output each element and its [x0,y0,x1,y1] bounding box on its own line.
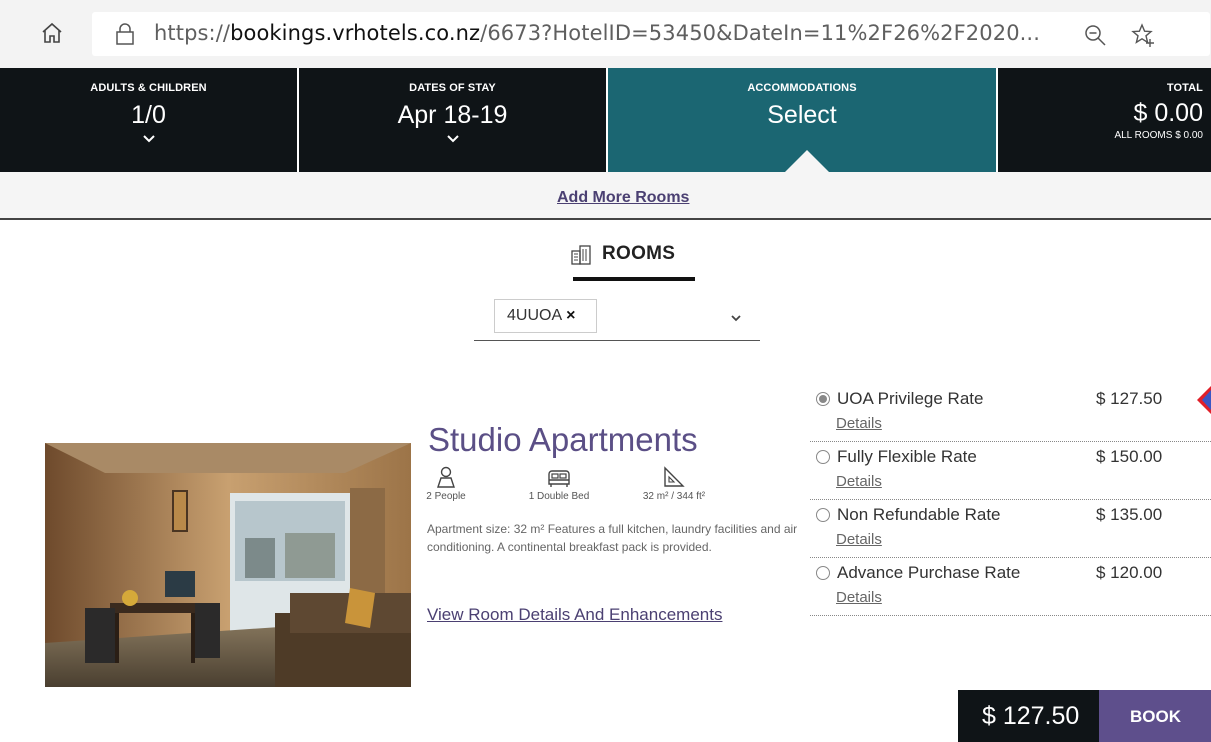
room-photo[interactable] [45,443,411,687]
step-guests-value: 1/0 [131,101,166,129]
rate-name: Non Refundable Rate [837,505,1001,524]
url-scheme: https:// [154,21,231,45]
book-button[interactable]: BOOK [1099,690,1211,742]
step-dates-value: Apr 18-19 [397,101,508,129]
person-icon [437,466,455,488]
booking-price: $ 127.50 [958,690,1099,742]
rate-code-chip: 4UUOA × [494,299,597,333]
room-description: Apartment size: 32 m² Features a full ki… [427,522,798,554]
step-total-sub: ALL ROOMS $ 0.00 [1114,130,1203,141]
chevron-down-icon[interactable] [141,133,157,145]
rate-code-chip-label: 4UUOA [507,307,563,324]
building-icon [571,245,591,265]
rate-list: UOA Privilege Rate Details $ 127.50 Full… [810,384,1211,616]
step-total-value: $ 0.00 [1133,99,1203,127]
rate-option[interactable]: Advance Purchase Rate Details $ 120.00 [810,558,1211,616]
home-icon[interactable] [40,21,64,45]
rooms-title: ROOMS [602,243,676,264]
rate-radio[interactable] [816,508,830,522]
booking-steps-bar: ADULTS & CHILDREN 1/0 DATES OF STAY Apr … [0,68,1211,172]
rate-name: Advance Purchase Rate [837,563,1021,582]
feature-size-label: 32 m² / 344 ft² [642,491,706,502]
zoom-out-icon[interactable] [1082,22,1108,48]
set-square-icon [664,466,685,487]
rate-price: $ 127.50 [1096,389,1163,408]
selected-rate-marker-icon [1197,386,1211,414]
rate-code-select[interactable]: 4UUOA × [474,295,760,341]
rooms-underline [573,277,695,281]
feature-people: 2 People [420,466,472,502]
favorite-star-icon[interactable] [1130,22,1156,48]
rate-name: UOA Privilege Rate [837,389,984,408]
rate-radio[interactable] [816,566,830,580]
rate-price: $ 150.00 [1096,447,1163,466]
rate-option[interactable]: Non Refundable Rate Details $ 135.00 [810,500,1211,558]
bed-icon [548,470,570,487]
chevron-down-icon[interactable] [730,314,742,322]
rate-details-link[interactable]: Details [836,531,882,548]
room-name: Studio Apartments [428,421,698,458]
rate-name: Fully Flexible Rate [837,447,977,466]
browser-address-bar: https://bookings.vrhotels.co.nz/6673?Hot… [0,0,1211,68]
step-dates[interactable]: DATES OF STAY Apr 18-19 [299,68,606,172]
url-path: /6673?HotelID=53450&DateIn=11%2F26%2F202… [480,21,1040,45]
rate-radio[interactable] [816,450,830,464]
feature-people-label: 2 People [426,491,466,502]
step-guests[interactable]: ADULTS & CHILDREN 1/0 [0,68,297,172]
rate-option[interactable]: Fully Flexible Rate Details $ 150.00 [810,442,1211,500]
step-total: TOTAL $ 0.00 ALL ROOMS $ 0.00 [998,68,1211,172]
step-dates-label: DATES OF STAY [409,82,496,94]
feature-bed: 1 Double Bed [514,466,604,502]
chevron-down-icon[interactable] [445,133,461,145]
step-accommodations[interactable]: ACCOMMODATIONS Select [608,68,996,172]
step-guests-label: ADULTS & CHILDREN [90,82,207,94]
view-room-details-link[interactable]: View Room Details And Enhancements [427,605,722,625]
active-step-pointer [785,150,829,172]
rate-price: $ 120.00 [1096,563,1163,582]
step-total-label: TOTAL [1166,82,1203,94]
step-accommodations-label: ACCOMMODATIONS [747,82,857,94]
add-rooms-band: Add More Rooms [0,172,1211,220]
add-more-rooms-link[interactable]: Add More Rooms [557,189,689,207]
rate-details-link[interactable]: Details [836,415,882,432]
rate-option[interactable]: UOA Privilege Rate Details $ 127.50 [810,384,1211,442]
rate-details-link[interactable]: Details [836,589,882,606]
step-accommodations-value: Select [767,101,837,129]
rate-price: $ 135.00 [1096,505,1163,524]
lock-icon[interactable] [114,22,136,46]
feature-size: 32 m² / 344 ft² [624,466,724,502]
url-text[interactable]: https://bookings.vrhotels.co.nz/6673?Hot… [154,21,1040,45]
rate-radio-selected[interactable] [816,392,830,406]
url-host: bookings.vrhotels.co.nz [230,21,481,45]
feature-bed-label: 1 Double Bed [528,491,590,502]
rate-details-link[interactable]: Details [836,473,882,490]
url-field[interactable]: https://bookings.vrhotels.co.nz/6673?Hot… [92,12,1210,56]
remove-chip-button[interactable]: × [566,307,575,324]
